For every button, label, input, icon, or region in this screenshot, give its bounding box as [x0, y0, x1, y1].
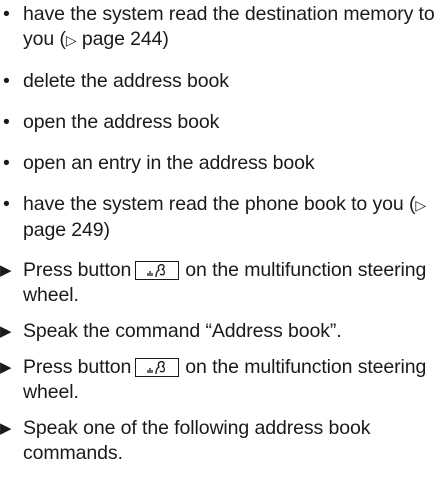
voice-control-icon	[135, 358, 180, 377]
step-speak-commands: ▶ Speak one of the following address book…	[0, 416, 436, 466]
bullet-item-open-address-book: • open the address book	[0, 110, 436, 135]
manual-page: • have the system read the destination me…	[0, 0, 436, 488]
page-ref-arrow-icon: ▷	[65, 32, 77, 48]
step-text-before: Press button	[23, 259, 132, 281]
bullet-item-open-entry: • open an entry in the address book	[0, 151, 436, 176]
bullet-item-read-phone-book: • have the system read the phone book to …	[0, 192, 436, 243]
bullet-text: open an entry in the address book	[23, 152, 315, 174]
voice-control-icon	[135, 261, 180, 280]
bullet-mark: •	[3, 152, 10, 174]
bullet-mark: •	[3, 111, 10, 133]
bullet-mark: •	[3, 3, 10, 25]
step-press-button-2: ▶ Press button on the multifunction steeri…	[0, 355, 436, 405]
bullet-text: have the system read the phone book to y…	[23, 193, 416, 215]
step-press-button-1: ▶ Press button on the multifunction steeri…	[0, 258, 436, 308]
bullet-mark: •	[3, 70, 10, 92]
bullet-mark: •	[3, 193, 10, 215]
step-arrow-icon: ▶	[0, 420, 12, 437]
step-arrow-icon: ▶	[0, 323, 12, 340]
page-ref-text: page 249)	[23, 219, 110, 241]
bullet-text: open the address book	[23, 111, 220, 133]
step-arrow-icon: ▶	[0, 262, 12, 279]
bullet-item-delete-address-book: • delete the address book	[0, 69, 436, 94]
page-ref-arrow-icon: ▷	[415, 197, 427, 213]
step-speak-address-book: ▶ Speak the command “Address book”.	[0, 319, 436, 344]
page-ref-text: page 244)	[76, 28, 169, 50]
bullet-text: delete the address book	[23, 70, 229, 92]
bullet-item-destination-memory: • have the system read the destination me…	[0, 2, 436, 53]
step-text-before: Press button	[23, 356, 132, 378]
step-text: Speak one of the following address book …	[23, 417, 371, 464]
step-arrow-icon: ▶	[0, 359, 12, 376]
step-text: Speak the command “Address book”.	[23, 320, 342, 342]
